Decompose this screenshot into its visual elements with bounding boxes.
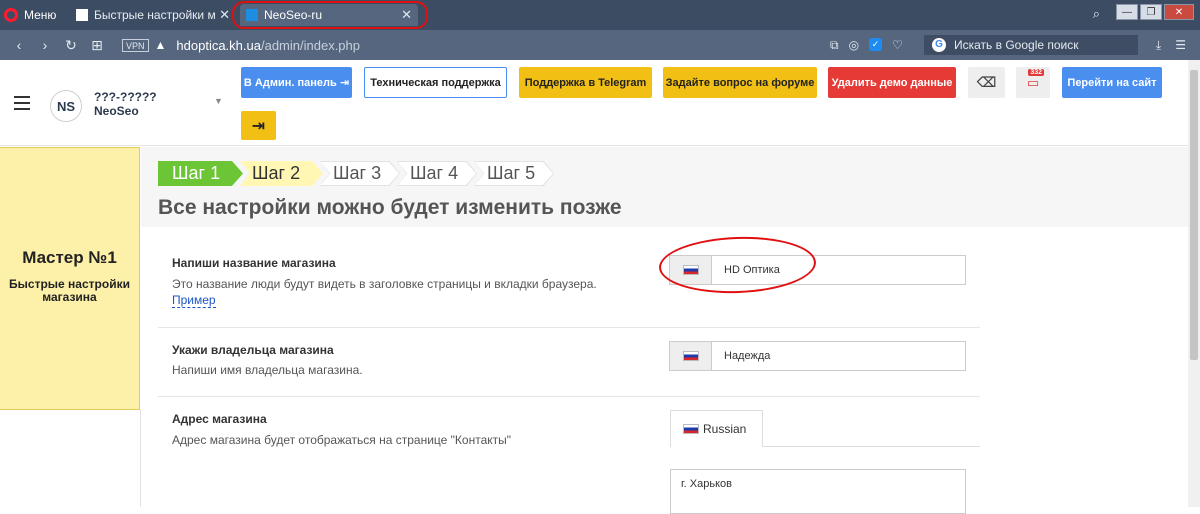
neoseo-logo: NS (50, 90, 82, 122)
browser-menu-button[interactable]: Меню (4, 5, 56, 25)
wizard-title: Мастер №1 (22, 248, 117, 267)
monitor-button[interactable]: ▭ 332 (1016, 67, 1050, 98)
logout-icon: ⇥ (251, 117, 266, 135)
browser-tab-label: Быстрые настройки магаз (94, 8, 216, 22)
page-scrollbar[interactable] (1188, 60, 1200, 507)
delete-demo-data-button[interactable]: Удалить демо данные (828, 67, 956, 98)
browser-address-bar: ‹ › ↻ ⊞ VPN ▲ hdoptica.kh.ua/admin/index… (0, 30, 1200, 60)
page-heading: Все настройки можно будет изменить позже (158, 196, 622, 219)
vpn-badge[interactable]: VPN (122, 38, 149, 52)
step-3[interactable]: Шаг 3 (320, 161, 400, 186)
document-icon (76, 9, 88, 21)
address-bar-right-icons: ⤓ ☰ (1156, 38, 1186, 53)
address-bar-icons: ⧉ ◎ ✓ ♡ (830, 38, 903, 53)
step-4[interactable]: Шаг 4 (397, 161, 477, 186)
reload-icon[interactable]: ↻ (64, 37, 78, 54)
google-search-placeholder: Искать в Google поиск (954, 38, 1079, 52)
telegram-support-button[interactable]: Поддержка в Telegram (519, 67, 652, 98)
step-5-label: Шаг 5 (475, 162, 553, 185)
wizard-steps: Шаг 1 Шаг 2 Шаг 3 Шаг 4 Шаг 5 (158, 161, 554, 186)
forward-icon[interactable]: › (38, 37, 52, 53)
tech-support-button[interactable]: Техническая поддержка (364, 67, 507, 98)
divider (140, 410, 141, 507)
go-to-site-button[interactable]: Перейти на сайт (1062, 67, 1162, 98)
scrollbar-thumb[interactable] (1190, 70, 1198, 360)
russia-flag-icon (682, 351, 699, 361)
divider (763, 446, 980, 447)
monitor-badge: 332 (1028, 69, 1044, 76)
tab-search-icon[interactable]: ⌕ (1093, 6, 1100, 22)
owner-value: Надежда (724, 350, 771, 362)
step-4-label: Шаг 4 (398, 162, 476, 185)
download-icon[interactable]: ⤓ (1156, 38, 1161, 53)
language-tab-label: Russian (703, 422, 747, 436)
admin-panel-label: В Админ. панель (243, 76, 337, 89)
sign-in-icon: ⇥ (336, 77, 350, 89)
step-5[interactable]: Шаг 5 (474, 161, 554, 186)
url-field[interactable]: hdoptica.kh.ua/admin/index.php (176, 38, 360, 53)
owner-desc: Напиши имя владельца магазина. (172, 363, 363, 377)
divider (158, 327, 980, 328)
google-icon: G (932, 38, 946, 52)
chevron-down-icon[interactable]: ▼ (214, 96, 223, 106)
eraser-button[interactable]: ⌫ (968, 67, 1005, 98)
step-3-label: Шаг 3 (321, 162, 399, 185)
google-search-field[interactable]: G Искать в Google поиск (924, 35, 1138, 55)
restore-icon[interactable]: ❐ (1140, 4, 1162, 20)
divider (158, 396, 980, 397)
store-name-label: Напиши название магазина (172, 256, 336, 270)
shield-icon[interactable]: ✓ (869, 38, 883, 51)
tabs-grid-icon[interactable]: ⊞ (90, 37, 104, 54)
browser-tab-quick-settings[interactable]: Быстрые настройки магаз ✕ (70, 4, 236, 26)
snapshot-icon[interactable]: ⧉ (830, 38, 839, 53)
store-name-desc: Это название люди будут видеть в заголов… (172, 277, 597, 291)
wizard-side-panel: Мастер №1 Быстрые настройки магазина (0, 147, 140, 410)
url-path: /admin/index.php (260, 37, 360, 53)
example-link[interactable]: Пример (172, 293, 216, 308)
logout-button[interactable]: ⇥ (241, 111, 276, 140)
monitor-icon: ▭ (1026, 74, 1040, 90)
browser-tab-bar: Меню Быстрые настройки магаз ✕ NeoSeo-ru… (0, 0, 1200, 30)
opera-logo-icon (4, 8, 18, 22)
warning-icon[interactable]: ▲ (155, 38, 167, 52)
store-name-line2: NeoSeo (94, 104, 139, 118)
url-host: hdoptica.kh.ua (176, 37, 261, 53)
camera-icon[interactable]: ◎ (849, 38, 859, 53)
language-flag (670, 342, 712, 370)
tab-highlight-annotation (232, 1, 428, 29)
back-icon[interactable]: ‹ (12, 37, 26, 53)
address-textarea[interactable]: г. Харьков (670, 469, 966, 514)
hamburger-menu-icon[interactable] (14, 96, 30, 114)
step-1[interactable]: Шаг 1 (158, 161, 243, 186)
address-desc: Адрес магазина будет отображаться на стр… (172, 433, 512, 447)
heart-icon[interactable]: ♡ (892, 38, 903, 53)
russia-flag-icon (683, 424, 699, 434)
eraser-icon: ⌫ (976, 74, 997, 90)
close-window-icon[interactable]: ✕ (1164, 4, 1194, 20)
step-2[interactable]: Шаг 2 (240, 161, 323, 186)
window-controls: — ❐ ✕ (1116, 4, 1194, 20)
wizard-subtitle: Быстрые настройки магазина (9, 277, 130, 304)
input-highlight-annotation (658, 234, 817, 296)
close-tab-icon[interactable]: ✕ (219, 7, 230, 23)
easy-setup-icon[interactable]: ☰ (1175, 38, 1186, 53)
owner-label: Укажи владельца магазина (172, 343, 334, 357)
forum-question-button[interactable]: Задайте вопрос на форуме (663, 67, 817, 98)
minimize-icon[interactable]: — (1116, 4, 1138, 20)
address-label: Адрес магазина (172, 412, 267, 426)
owner-input[interactable]: Надежда (669, 341, 966, 371)
language-tab-russian[interactable]: Russian (670, 410, 763, 447)
admin-header: NS ???-????? NeoSeo ▼ В Админ. панель ⇥ … (0, 60, 1188, 146)
browser-menu-label: Меню (24, 8, 57, 22)
admin-panel-button[interactable]: В Админ. панель ⇥ (241, 67, 352, 98)
store-selector[interactable]: ???-????? NeoSeo (94, 90, 157, 118)
store-name-line1: ???-????? (94, 90, 157, 104)
